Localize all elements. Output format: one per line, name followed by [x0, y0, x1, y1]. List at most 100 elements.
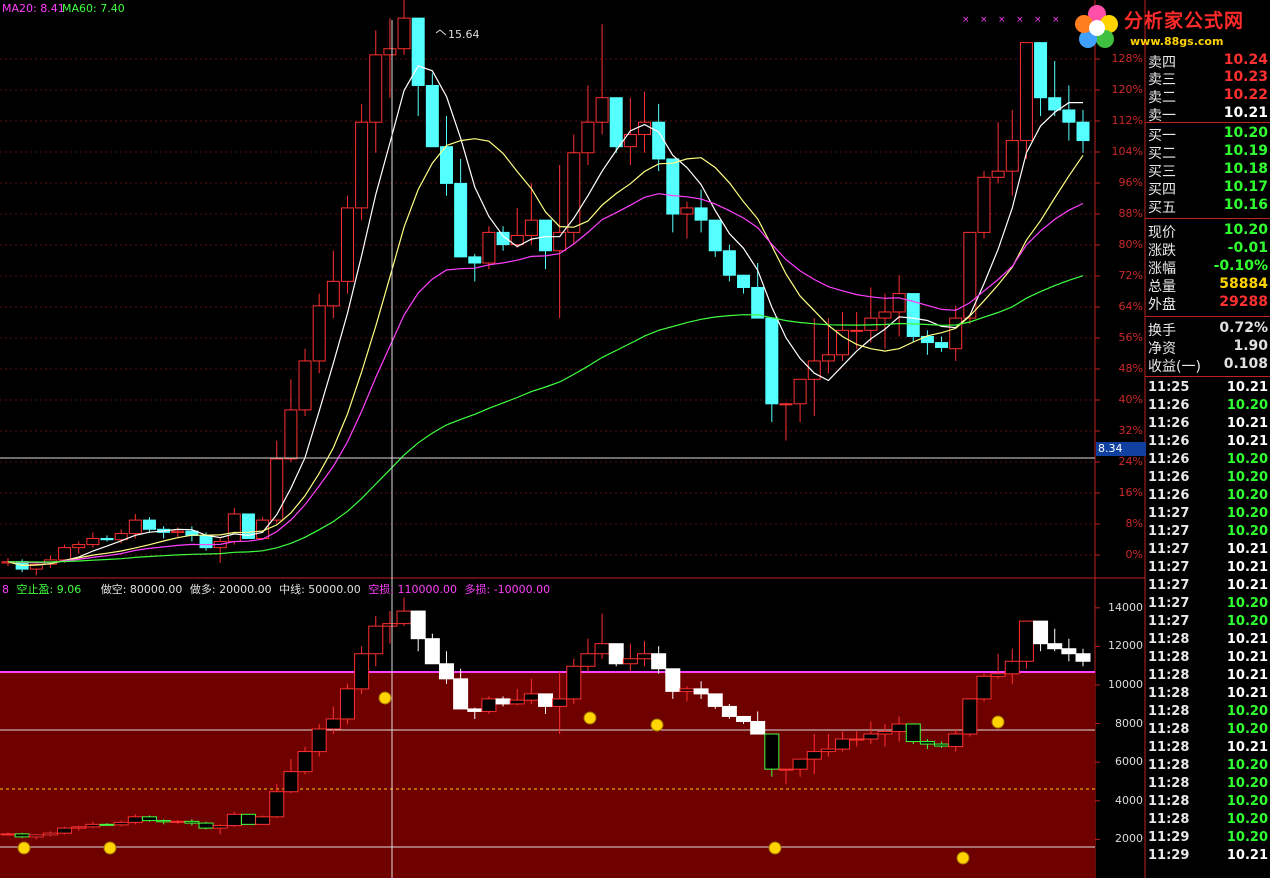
quote-label: 换手	[1148, 323, 1176, 339]
ind-item-1: 空止盈: 9.06	[16, 583, 82, 596]
tick-price: 10.20	[1226, 452, 1268, 467]
candle-down	[935, 342, 949, 348]
ind-candle	[1075, 653, 1091, 662]
marker-x: ×	[998, 15, 1006, 25]
quote-value: 29288	[1219, 294, 1268, 310]
tick-row[interactable]: 11:26 10.20	[1145, 397, 1270, 415]
ind-candle	[877, 731, 893, 735]
tick-row[interactable]: 11:26 10.20	[1145, 451, 1270, 469]
tick-row[interactable]: 11:25 10.21	[1145, 379, 1270, 397]
tick-row[interactable]: 11:29 10.20	[1145, 829, 1270, 847]
ind-candle	[905, 723, 921, 743]
tick-row[interactable]: 11:26 10.20	[1145, 487, 1270, 505]
signal-icon	[583, 711, 597, 725]
ind-candle	[170, 820, 186, 823]
candle-up	[581, 121, 595, 154]
indicator-tick-label: 6000	[1115, 755, 1143, 769]
quote-value: 0.72%	[1219, 320, 1268, 336]
tick-row[interactable]: 11:28 10.20	[1145, 811, 1270, 829]
indicator-tick-label: 12000	[1108, 639, 1143, 653]
candle-down	[199, 534, 213, 549]
ind-candle	[538, 693, 553, 707]
tick-time: 11:28	[1148, 668, 1190, 683]
ind-candle	[934, 743, 950, 747]
tick-time: 11:26	[1148, 452, 1190, 467]
tick-row[interactable]: 11:27 10.20	[1145, 613, 1270, 631]
tick-row[interactable]: 11:27 10.20	[1145, 523, 1270, 541]
tick-row[interactable]: 11:27 10.21	[1145, 541, 1270, 559]
candle-down	[539, 219, 552, 252]
tick-price: 10.21	[1226, 686, 1268, 701]
tick-row[interactable]: 11:26 10.20	[1145, 469, 1270, 487]
candle-up	[567, 152, 581, 233]
ind-candle	[835, 738, 851, 750]
candle-up	[553, 231, 567, 252]
ind-candle	[297, 751, 313, 773]
tick-row[interactable]: 11:28 10.21	[1145, 649, 1270, 667]
tick-row[interactable]: 11:28 10.21	[1145, 685, 1270, 703]
tick-row[interactable]: 11:27 10.20	[1145, 595, 1270, 613]
quote-label: 买一	[1148, 128, 1176, 144]
ind-candle	[523, 693, 539, 701]
tick-row[interactable]: 11:26 10.21	[1145, 415, 1270, 433]
ind-item-6: 多损: -10000.00	[464, 583, 551, 596]
ind-candle	[962, 698, 978, 735]
tick-row[interactable]: 11:28 10.20	[1145, 775, 1270, 793]
tick-time: 11:27	[1148, 560, 1190, 575]
ind-candle	[637, 653, 653, 660]
quote-row: 卖二 10.22	[1145, 87, 1270, 106]
tick-row[interactable]: 11:28 10.20	[1145, 703, 1270, 721]
ma60-line	[7, 275, 1084, 563]
ind-candle	[14, 833, 30, 838]
indicator-tick-label: 14000	[1108, 600, 1143, 614]
percent-tick-label: 104%	[1111, 145, 1143, 158]
percent-tick-label: 40%	[1118, 393, 1143, 406]
ind-candle	[849, 738, 865, 741]
logo-url[interactable]: www.88gs.com	[1130, 35, 1223, 48]
tick-row[interactable]: 11:27 10.21	[1145, 577, 1270, 595]
ind-candle	[212, 825, 228, 829]
quote-value: -0.01	[1227, 240, 1268, 256]
tick-time: 11:27	[1148, 614, 1190, 629]
marker-x: ×	[1052, 15, 1060, 25]
percent-tick-label: 112%	[1111, 114, 1143, 127]
percent-tick-label: 0%	[1125, 548, 1143, 561]
marker-x: ×	[962, 15, 970, 25]
ind-candle	[707, 693, 723, 707]
candle-down	[694, 207, 708, 221]
tick-row[interactable]: 11:28 10.20	[1145, 721, 1270, 739]
ma60-readout: MA60: 7.40	[62, 2, 125, 15]
percent-tick-label: 64%	[1118, 300, 1143, 313]
tick-row[interactable]: 11:26 10.21	[1145, 433, 1270, 451]
tick-time: 11:27	[1148, 542, 1190, 557]
tick-time: 11:29	[1148, 830, 1190, 845]
tick-row[interactable]: 11:28 10.20	[1145, 757, 1270, 775]
ind-candle	[1018, 620, 1034, 662]
candle-down	[411, 17, 425, 86]
ind-candle	[820, 748, 836, 753]
tick-time: 11:25	[1148, 380, 1190, 395]
ind-candle	[608, 643, 624, 665]
candle-up	[369, 54, 383, 123]
candle-up	[680, 207, 694, 215]
signal-icon	[103, 841, 117, 855]
ind-candle	[679, 688, 695, 692]
tick-time: 11:28	[1148, 686, 1190, 701]
tick-price: 10.21	[1226, 542, 1268, 557]
candle-up	[524, 219, 538, 236]
tick-price: 10.20	[1226, 614, 1268, 629]
tick-row[interactable]: 11:29 10.21	[1145, 847, 1270, 865]
tick-row[interactable]: 11:27 10.21	[1145, 559, 1270, 577]
tick-row[interactable]: 11:28 10.20	[1145, 793, 1270, 811]
signal-icon	[378, 691, 392, 705]
tick-row[interactable]: 11:28 10.21	[1145, 739, 1270, 757]
tick-row[interactable]: 11:28 10.21	[1145, 667, 1270, 685]
ind-candle	[198, 822, 214, 829]
tick-time: 11:28	[1148, 794, 1190, 809]
candle-up	[355, 121, 369, 209]
ind-candle	[792, 758, 808, 770]
tick-price: 10.20	[1226, 722, 1268, 737]
tick-row[interactable]: 11:27 10.20	[1145, 505, 1270, 523]
tick-row[interactable]: 11:28 10.21	[1145, 631, 1270, 649]
kline-chart[interactable]: × × × × × ×	[0, 0, 1270, 878]
